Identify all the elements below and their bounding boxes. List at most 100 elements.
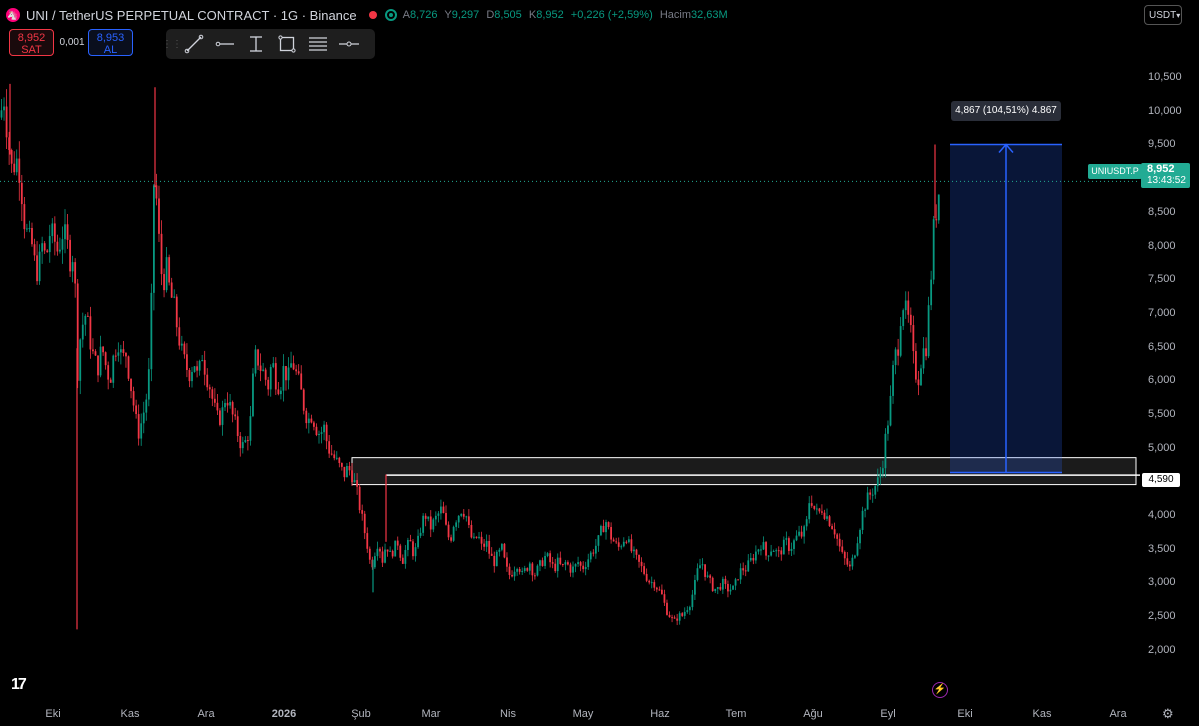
candle-body <box>211 389 214 399</box>
time-axis[interactable]: Eki Kas Ara 2026 Şub Mar Nis May Haz Tem Ağu Eyl Eki… <box>0 700 1199 726</box>
candle-body <box>160 233 163 275</box>
candle-body <box>881 468 884 474</box>
open-key: A <box>402 9 410 21</box>
candle-body <box>592 552 595 554</box>
tradingview-logo-icon[interactable]: 17 <box>11 676 27 694</box>
time-tick-label: Ara <box>1109 708 1127 720</box>
candle-body <box>269 367 272 390</box>
candle-body <box>465 516 468 518</box>
candle-body <box>356 480 358 487</box>
candle-body <box>828 516 831 527</box>
candle-body <box>544 555 546 566</box>
candle-body <box>511 574 513 577</box>
price-tick-label: 3,000 <box>1148 576 1176 589</box>
candle-body <box>28 228 31 230</box>
candle-body <box>795 535 798 541</box>
candle-body <box>567 562 569 565</box>
candle-body <box>137 414 140 439</box>
candle-body <box>749 557 752 561</box>
trend-line-icon[interactable] <box>178 29 209 59</box>
candle-body <box>876 477 879 487</box>
candle-body <box>551 562 554 564</box>
candle-body <box>754 551 757 561</box>
candle-body <box>231 402 234 415</box>
candle-body <box>892 365 894 396</box>
candle-body <box>610 526 612 540</box>
candle-body <box>752 557 755 561</box>
candle-body <box>0 110 3 118</box>
time-tick-label: 2026 <box>271 708 297 720</box>
price-axis[interactable]: 2,0002,5003,0003,5004,0004,5005,0005,500… <box>1140 0 1199 700</box>
candle-body <box>815 508 818 510</box>
time-tick-label: Ara <box>197 708 215 720</box>
time-tick-label: Mar <box>421 708 441 720</box>
vertical-text-icon[interactable] <box>240 29 271 59</box>
candle-body <box>320 432 323 434</box>
candle-body <box>531 563 534 576</box>
candle-body <box>424 515 427 519</box>
candle-body <box>180 343 183 346</box>
horizontal-ray-icon[interactable] <box>209 29 240 59</box>
candle-body <box>564 562 567 565</box>
candle-body <box>625 541 628 543</box>
drawing-toolbar: ⋮⋮ <box>162 29 375 59</box>
candle-body <box>582 565 585 570</box>
time-tick-label: Tem <box>725 708 747 720</box>
buy-button[interactable]: 8,953 AL <box>88 29 133 56</box>
candle-body <box>907 300 910 315</box>
candle-body <box>490 553 493 556</box>
candle-body <box>589 552 592 560</box>
candle-body <box>683 611 686 616</box>
candle-body <box>290 363 292 368</box>
price-tick-label: 5,000 <box>1148 441 1176 454</box>
symbol-title[interactable]: UNI / TetherUS PERPETUAL CONTRACT · 1G ·… <box>26 8 357 23</box>
candle-body <box>335 457 338 459</box>
candle-body <box>363 513 366 534</box>
candle-body <box>648 580 651 583</box>
last-price-badge: 8,952 13:43:52 <box>1141 163 1190 188</box>
candle-body <box>864 509 866 511</box>
candle-body <box>434 515 437 520</box>
candle-body <box>442 506 445 514</box>
gear-icon[interactable]: ⚙ <box>1162 706 1174 722</box>
candle-body <box>10 150 13 164</box>
candle-body <box>107 365 110 380</box>
candle-body <box>704 564 706 577</box>
candle-body <box>521 570 524 572</box>
candle-body <box>244 440 247 443</box>
candle-body <box>627 539 630 543</box>
candle-body <box>584 566 587 570</box>
candle-body <box>97 355 99 376</box>
candle-body <box>635 549 638 555</box>
candle-body <box>808 503 811 520</box>
horizontal-line-icon[interactable] <box>333 29 364 59</box>
candle-body <box>300 373 303 390</box>
candle-body <box>163 274 165 291</box>
candle-body <box>861 510 864 530</box>
candle-body <box>711 577 714 592</box>
candle-body <box>841 546 844 552</box>
rectangle-icon[interactable] <box>271 29 302 59</box>
sell-button[interactable]: 8,952 SAT <box>9 29 54 56</box>
candle-body <box>366 533 369 549</box>
candle-body <box>615 541 618 543</box>
price-tick-label: 2,000 <box>1148 643 1176 656</box>
symbol-badge: UNIUSDT.P <box>1088 164 1142 179</box>
candle-body <box>119 349 122 353</box>
sell-label: SAT <box>21 44 42 56</box>
candle-body <box>287 367 290 381</box>
drag-handle-icon[interactable]: ⋮⋮ <box>162 29 182 59</box>
low-value: 8,505 <box>494 9 522 21</box>
candle-body <box>737 579 739 581</box>
candle-body <box>630 539 633 552</box>
candle-body <box>744 570 747 572</box>
parallel-channel-icon[interactable] <box>302 29 333 59</box>
lightning-event-icon[interactable]: ⚡ <box>932 682 948 698</box>
candle-body <box>419 532 422 536</box>
candle-body <box>793 540 795 549</box>
symbol-legend[interactable]: 🦄 UNI / TetherUS PERPETUAL CONTRACT · 1G… <box>6 5 732 25</box>
candle-body <box>394 540 397 557</box>
candle-body <box>495 551 498 567</box>
candle-body <box>396 540 399 546</box>
candle-body <box>325 424 328 442</box>
